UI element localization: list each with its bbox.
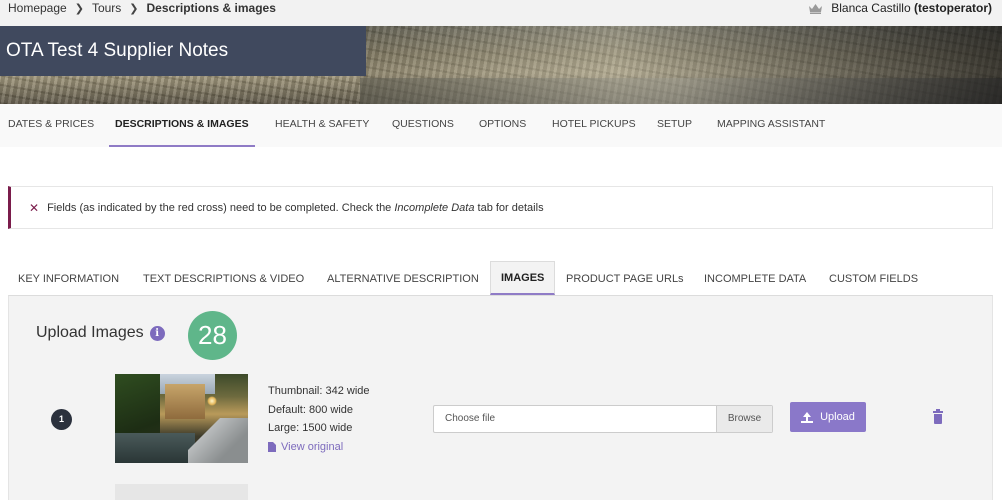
subtab-alternative-description[interactable]: ALTERNATIVE DESCRIPTION bbox=[327, 263, 479, 295]
incomplete-fields-alert: ✕ Fields (as indicated by the red cross)… bbox=[8, 186, 993, 229]
image-index-badge: 1 bbox=[51, 409, 72, 430]
tab-dates-prices[interactable]: DATES & PRICES bbox=[8, 104, 94, 147]
user-name: Blanca Castillo bbox=[831, 1, 911, 15]
subtab-key-information[interactable]: KEY INFORMATION bbox=[18, 263, 119, 295]
subtab-product-page-urls[interactable]: PRODUCT PAGE URLs bbox=[566, 263, 684, 295]
tab-hotel-pickups[interactable]: HOTEL PICKUPS bbox=[552, 104, 636, 147]
hero-image-road bbox=[360, 78, 1002, 104]
breadcrumb-tours[interactable]: Tours bbox=[92, 1, 121, 15]
trash-icon[interactable] bbox=[933, 409, 943, 424]
thumbnail-building bbox=[165, 384, 205, 419]
thumbnail-water bbox=[115, 433, 195, 463]
main-tabs: DATES & PRICES DESCRIPTIONS & IMAGES HEA… bbox=[0, 104, 1002, 147]
file-input-placeholder: Choose file bbox=[445, 413, 496, 424]
top-bar: Homepage ❯ Tours ❯ Descriptions & images… bbox=[0, 0, 1002, 26]
image-thumbnail bbox=[115, 374, 248, 463]
tab-mapping-assistant[interactable]: MAPPING ASSISTANT bbox=[717, 104, 825, 147]
view-original-link[interactable]: View original bbox=[268, 438, 370, 457]
alert-text: Fields (as indicated by the red cross) n… bbox=[47, 202, 544, 214]
tab-setup[interactable]: SETUP bbox=[657, 104, 692, 147]
page-title: OTA Test 4 Supplier Notes bbox=[0, 26, 366, 76]
subtab-custom-fields[interactable]: CUSTOM FIELDS bbox=[829, 263, 918, 295]
alert-emphasis: Incomplete Data bbox=[394, 201, 475, 214]
large-size-label: Large: 1500 wide bbox=[268, 422, 353, 434]
file-image-icon bbox=[268, 441, 276, 452]
hero-banner: OTA Test 4 Supplier Notes bbox=[0, 26, 1002, 104]
crown-icon bbox=[809, 3, 823, 14]
thumbnail-lamp bbox=[207, 396, 217, 406]
alert-text-start: Fields (as indicated by the red cross) n… bbox=[47, 201, 395, 214]
breadcrumb-current: Descriptions & images bbox=[146, 1, 276, 15]
upload-images-title: Upload Images bbox=[36, 324, 144, 341]
tab-descriptions-images[interactable]: DESCRIPTIONS & IMAGES bbox=[109, 104, 255, 147]
user-menu[interactable]: Blanca Castillo (testoperator) bbox=[808, 0, 992, 16]
subtab-text-descriptions-video[interactable]: TEXT DESCRIPTIONS & VIDEO bbox=[143, 263, 304, 295]
breadcrumb: Homepage ❯ Tours ❯ Descriptions & images bbox=[8, 0, 276, 16]
cross-icon: ✕ bbox=[29, 200, 40, 215]
upload-icon bbox=[801, 411, 814, 423]
alert-text-end: tab for details bbox=[474, 201, 544, 214]
subtab-incomplete-data[interactable]: INCOMPLETE DATA bbox=[704, 263, 806, 295]
info-icon[interactable]: i bbox=[149, 325, 165, 341]
default-size-label: Default: 800 wide bbox=[268, 403, 353, 416]
thumbnail-path bbox=[188, 418, 248, 463]
tab-options[interactable]: OPTIONS bbox=[479, 104, 526, 147]
image-count-badge: 28 bbox=[188, 311, 237, 360]
breadcrumb-homepage[interactable]: Homepage bbox=[8, 1, 67, 15]
subtab-images[interactable]: IMAGES bbox=[490, 261, 556, 295]
view-original-label: View original bbox=[281, 440, 344, 453]
browse-button[interactable]: Browse bbox=[716, 406, 772, 432]
chevron-right-icon: ❯ bbox=[129, 2, 139, 15]
upload-button[interactable]: Upload bbox=[790, 402, 866, 432]
tab-questions[interactable]: QUESTIONS bbox=[392, 104, 454, 147]
file-input[interactable]: Choose file Browse bbox=[433, 405, 773, 433]
thumbnail-size-label: Thumbnail: 342 wide bbox=[268, 385, 370, 397]
image-sizes: Thumbnail: 342 wide Default: 800 wide La… bbox=[268, 382, 370, 456]
tab-health-safety[interactable]: HEALTH & SAFETY bbox=[275, 104, 369, 147]
image-thumbnail-next bbox=[115, 484, 248, 500]
upload-button-label: Upload bbox=[820, 411, 855, 423]
user-username: (testoperator) bbox=[913, 1, 992, 15]
upload-images-heading: Upload Images i bbox=[36, 324, 165, 342]
chevron-right-icon: ❯ bbox=[74, 2, 84, 15]
